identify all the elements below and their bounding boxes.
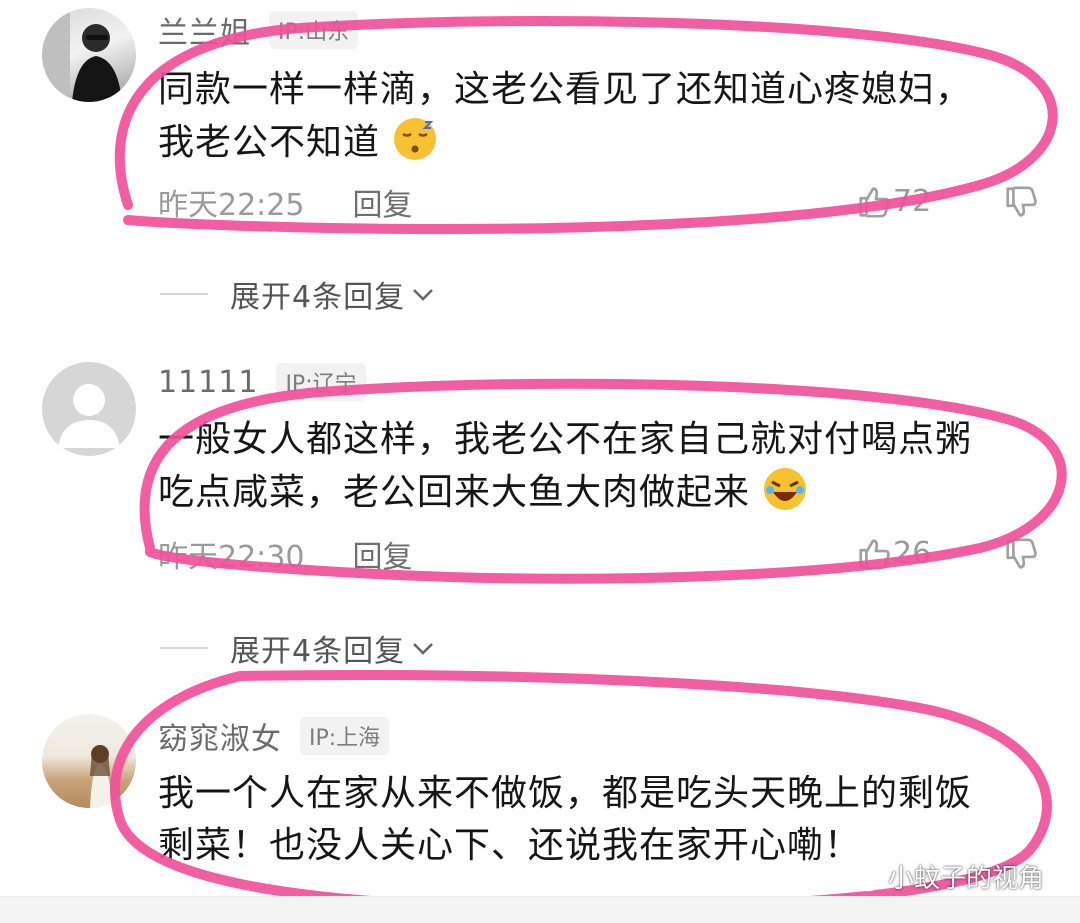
avatar[interactable] <box>42 8 136 102</box>
comment-timestamp: 昨天22:25 <box>158 188 305 223</box>
divider <box>160 293 208 295</box>
ip-location-tag: IP:上海 <box>300 717 390 755</box>
chevron-down-icon <box>413 289 434 301</box>
default-avatar-icon <box>58 384 120 448</box>
avatar[interactable] <box>42 362 136 456</box>
sleepy-face-emoji-icon <box>394 118 437 160</box>
ip-location-tag: IP:辽宁 <box>276 363 366 401</box>
comment-text-line: 吃点咸菜，老公回来大鱼大肉做起来 <box>158 472 751 513</box>
dislike-button[interactable] <box>1002 184 1040 226</box>
reply-input-bar[interactable] <box>0 896 1080 923</box>
user-photo-icon <box>90 745 112 808</box>
like-button[interactable]: 26 <box>855 534 931 572</box>
avatar[interactable] <box>42 714 136 808</box>
comment-text: 我一个人在家从来不做饭，都是吃头天晚上的剩饭 剩菜！也没人关心下、还说我在家开心… <box>158 768 1038 872</box>
thumbs-up-icon <box>859 539 890 570</box>
watermark: 小蚊子的视角 <box>840 858 1044 895</box>
comment-text-line: 我一个人在家从来不做饭，都是吃头天晚上的剩饭 <box>158 773 973 814</box>
rofl-face-emoji-icon <box>764 468 807 510</box>
username[interactable]: 兰兰姐 <box>158 8 251 52</box>
thumbs-down-icon <box>1006 186 1037 217</box>
user-photo-icon <box>42 8 122 102</box>
reply-button[interactable]: 回复 <box>352 180 412 224</box>
expand-replies-button[interactable]: 展开4条回复 <box>160 272 437 316</box>
comment-timestamp: 昨天22:30 <box>158 540 305 575</box>
reply-button[interactable]: 回复 <box>352 532 412 576</box>
like-count: 72 <box>893 183 932 219</box>
wechat-icon <box>840 861 882 891</box>
comment-text-line: 同款一样一样滴，这老公看见了还知道心疼媳妇， <box>158 69 973 110</box>
like-button[interactable]: 72 <box>855 182 931 220</box>
username[interactable]: 窈窕淑女 <box>158 714 282 758</box>
ip-location-tag: IP:山东 <box>269 11 359 49</box>
expand-replies-button[interactable]: 展开4条回复 <box>160 626 437 670</box>
thumbs-up-icon <box>859 187 890 218</box>
watermark-text: 小蚊子的视角 <box>888 864 1045 894</box>
comment-text-line: 一般女人都这样，我老公不在家自己就对付喝点粥 <box>158 419 973 460</box>
comment-text: 一般女人都这样，我老公不在家自己就对付喝点粥 吃点咸菜，老公回来大鱼大肉做起来 <box>158 414 1038 519</box>
comment-text-line: 我老公不知道 <box>158 122 381 163</box>
divider <box>160 647 208 649</box>
expand-replies-label: 展开4条回复 <box>230 280 406 315</box>
expand-replies-label: 展开4条回复 <box>230 634 406 669</box>
comment-text: 同款一样一样滴，这老公看见了还知道心疼媳妇， 我老公不知道 <box>158 64 1038 169</box>
thumbs-down-icon <box>1006 538 1037 569</box>
like-count: 26 <box>893 535 932 571</box>
username[interactable]: 11111 <box>158 365 258 400</box>
dislike-button[interactable] <box>1002 536 1040 578</box>
chevron-down-icon <box>413 643 434 655</box>
